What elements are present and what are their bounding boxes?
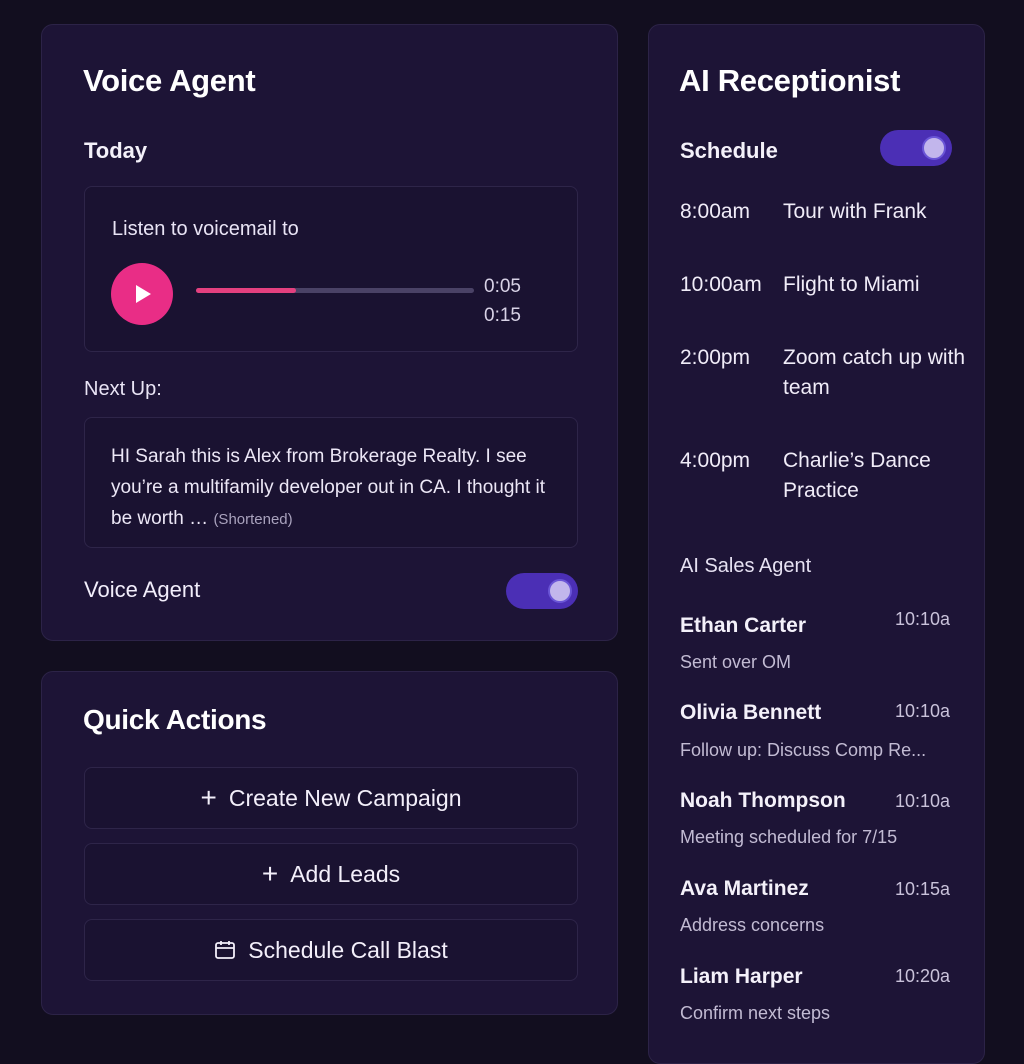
schedule-time: 2:00pm (680, 346, 751, 369)
add-leads-label: Add Leads (290, 860, 401, 887)
ai-sales-agent-label: AI Sales Agent (680, 555, 812, 577)
quick-actions-card: Quick Actions + Create New Campaign + Ad… (41, 671, 618, 1015)
quick-actions-title: Quick Actions (83, 704, 267, 735)
voicemail-progress-bar[interactable] (196, 288, 474, 293)
voicemail-elapsed: 0:05 (484, 276, 521, 297)
schedule-title: Flight to Miami (783, 273, 920, 296)
schedule-call-blast-label: Schedule Call Blast (248, 936, 448, 963)
voicemail-player: Listen to voicemail to 0:05 0:15 (84, 186, 578, 352)
ai-receptionist-title: AI Receptionist (679, 63, 901, 98)
voice-agent-toggle-label: Voice Agent (84, 577, 201, 602)
next-up-script: HI Sarah this is Alex from Brokerage Rea… (111, 441, 561, 535)
shortened-note: (Shortened) (213, 511, 293, 528)
schedule-toggle[interactable] (880, 130, 952, 166)
schedule-time: 10:00am (680, 273, 762, 296)
toggle-knob (548, 579, 572, 603)
lead-name: Ava Martinez (680, 877, 809, 900)
lead-note: Sent over OM (680, 652, 792, 672)
create-campaign-label: Create New Campaign (228, 784, 462, 811)
voicemail-label: Listen to voicemail to (112, 218, 299, 240)
next-up-text: HI Sarah this is Alex from Brokerage Rea… (111, 446, 546, 529)
schedule-title: Tour with Frank (783, 200, 927, 223)
schedule-time: 4:00pm (680, 449, 751, 472)
today-label: Today (84, 138, 148, 163)
lead-name: Noah Thompson (680, 789, 846, 812)
voicemail-progress-fill (196, 288, 297, 293)
lead-note: Address concerns (680, 915, 825, 935)
voice-agent-toggle[interactable] (506, 573, 578, 609)
lead-note: Confirm next steps (680, 1003, 831, 1023)
voice-agent-card: Voice Agent Today Listen to voicemail to… (41, 24, 618, 641)
schedule-time: 8:00am (680, 200, 751, 223)
add-leads-button[interactable]: + Add Leads (84, 843, 578, 905)
lead-time: 10:10a (894, 791, 950, 811)
lead-note: Follow up: Discuss Comp Re... (680, 740, 927, 760)
schedule-call-blast-button[interactable]: Schedule Call Blast (84, 919, 578, 981)
schedule-label: Schedule (680, 138, 778, 163)
next-up-label: Next Up: (84, 378, 162, 400)
plus-icon: + (200, 782, 217, 813)
next-up-script-box: HI Sarah this is Alex from Brokerage Rea… (84, 417, 578, 548)
play-icon (136, 285, 151, 303)
voicemail-duration: 0:15 (484, 305, 521, 326)
toggle-knob (922, 136, 946, 160)
lead-time: 10:15a (894, 879, 950, 899)
lead-name: Ethan Carter (680, 614, 807, 637)
calendar-icon (215, 941, 236, 959)
lead-time: 10:10a (894, 701, 950, 721)
voice-agent-title: Voice Agent (83, 63, 256, 98)
create-campaign-button[interactable]: + Create New Campaign (84, 767, 578, 829)
play-button[interactable] (111, 263, 173, 325)
lead-note: Meeting scheduled for 7/15 (680, 827, 898, 847)
ai-receptionist-card: AI Receptionist Schedule 8:00am Tour wit… (648, 24, 985, 1064)
schedule-title: Zoom catch up with team (783, 346, 966, 399)
lead-name: Olivia Bennett (680, 701, 822, 724)
schedule-title: Charlie’s Dance Practice (783, 449, 931, 502)
plus-icon: + (261, 858, 279, 889)
lead-name: Liam Harper (680, 965, 803, 988)
lead-time: 10:20a (894, 966, 950, 986)
lead-time: 10:10a (894, 609, 950, 629)
